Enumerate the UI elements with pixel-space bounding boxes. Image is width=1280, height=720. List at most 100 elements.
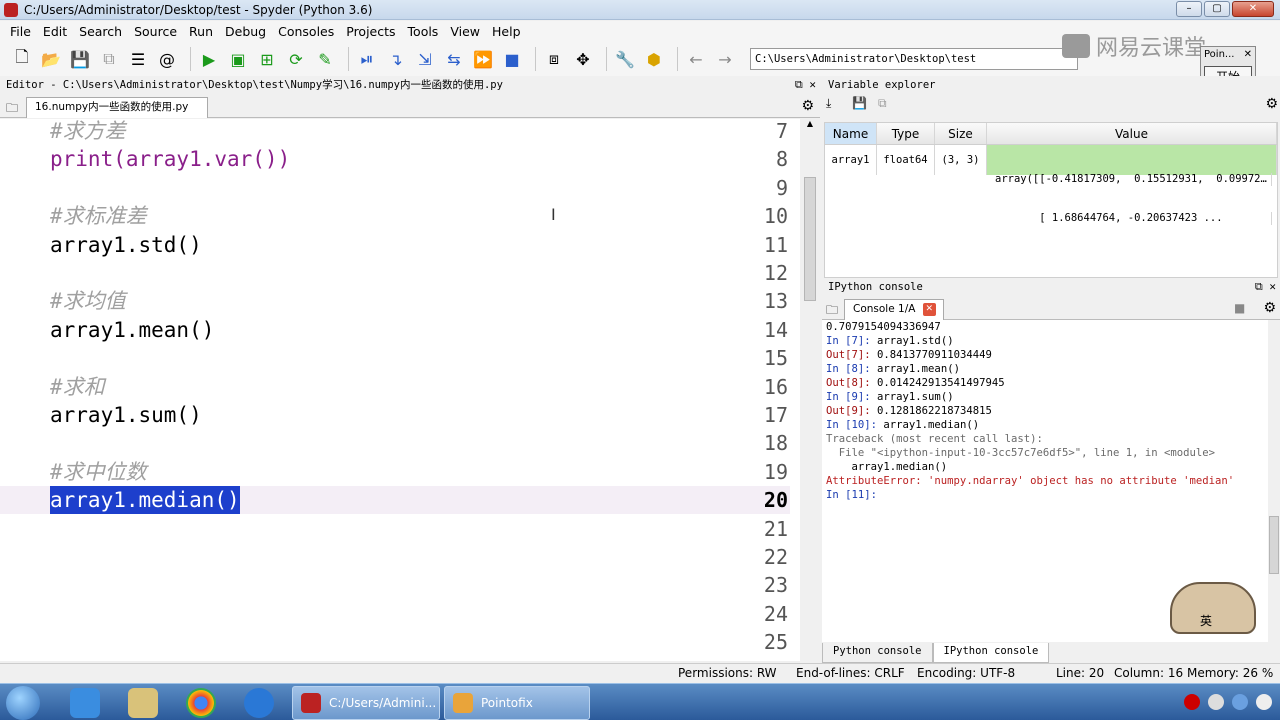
close-tab-icon[interactable]: ✕ xyxy=(922,302,936,316)
code-line[interactable]: 9 xyxy=(0,174,790,202)
code-line[interactable]: 14 array1.mean() xyxy=(0,316,790,344)
code-line[interactable]: 23 xyxy=(0,571,790,599)
code-line[interactable]: 24 xyxy=(0,600,790,628)
save-data-icon[interactable]: 💾 xyxy=(852,96,867,110)
maximize-pane-icon[interactable]: ⧈ xyxy=(542,47,566,71)
python-path-icon[interactable]: ⬢ xyxy=(642,47,666,71)
paint-icon[interactable] xyxy=(128,688,158,718)
code-line[interactable]: 19 #求中位数 xyxy=(0,458,790,486)
run-cell-advance-icon[interactable]: ⊞ xyxy=(255,47,279,71)
flag-icon[interactable] xyxy=(1208,694,1224,710)
record-icon[interactable] xyxy=(1184,694,1200,710)
menu-run[interactable]: Run xyxy=(183,24,219,39)
working-directory-input[interactable]: C:\Users\Administrator\Desktop\test xyxy=(750,48,1078,70)
undock-icon[interactable]: ⧉ xyxy=(795,78,803,91)
code-line[interactable]: 22 xyxy=(0,543,790,571)
start-button[interactable] xyxy=(6,686,40,720)
code-line[interactable]: 8 print(array1.var()) xyxy=(0,145,790,173)
gear-icon[interactable]: ⚙ xyxy=(1265,96,1278,112)
tab-ipython-console[interactable]: IPython console xyxy=(932,643,1050,663)
menu-edit[interactable]: Edit xyxy=(37,24,73,39)
run-cell-icon[interactable]: ▣ xyxy=(226,47,250,71)
code-line[interactable]: 20 array1.median() xyxy=(0,486,790,515)
scrollbar-thumb[interactable] xyxy=(804,177,816,301)
browse-tabs-icon[interactable]: ☰ xyxy=(126,47,150,71)
console-line: File "<ipython-input-10-3cc57c7e6df5>", … xyxy=(826,447,1216,459)
step-return-icon[interactable]: ⇆ xyxy=(442,47,466,71)
header-size[interactable]: Size xyxy=(935,123,987,144)
menu-help[interactable]: Help xyxy=(486,24,527,39)
code-line[interactable]: 16 #求和 xyxy=(0,373,790,401)
maximize-button[interactable]: ▢ xyxy=(1204,1,1230,17)
shield-icon[interactable] xyxy=(1232,694,1248,710)
save-as-icon[interactable]: ⧉ xyxy=(878,96,887,111)
browse-tabs-icon[interactable]: 🗀 xyxy=(826,301,838,322)
rerun-icon[interactable]: ⟳ xyxy=(284,47,308,71)
taskbar-pointofix[interactable]: Pointofix xyxy=(444,686,590,720)
code-line[interactable]: 15 xyxy=(0,344,790,372)
table-row[interactable]: array1 float64 (3, 3) array([[-0.4181730… xyxy=(825,145,1277,225)
code-line[interactable]: 10 #求标准差 xyxy=(0,202,790,230)
step-icon[interactable]: ↴ xyxy=(384,47,408,71)
tab-python-console[interactable]: Python console xyxy=(822,643,933,663)
menu-tools[interactable]: Tools xyxy=(402,24,445,39)
menu-view[interactable]: View xyxy=(444,24,486,39)
browser-icon[interactable] xyxy=(244,688,274,718)
taskbar-spyder[interactable]: C:/Users/Admini... xyxy=(292,686,440,720)
console-scrollbar[interactable] xyxy=(1268,320,1280,642)
step-into-icon[interactable]: ⇲ xyxy=(413,47,437,71)
pane-controls: ⧉ ✕ xyxy=(1255,278,1276,296)
editor-file-tab[interactable]: 16.numpy内一些函数的使用.py ✕ xyxy=(26,97,208,133)
volume-icon[interactable] xyxy=(1256,694,1272,710)
menu-debug[interactable]: Debug xyxy=(219,24,272,39)
code-line[interactable]: 21 xyxy=(0,515,790,543)
close-pane-icon[interactable]: ✕ xyxy=(809,78,816,91)
debug-icon[interactable]: ⏯ xyxy=(355,47,379,71)
gear-icon[interactable]: ⚙ xyxy=(801,98,814,114)
browse-tabs-icon[interactable]: 🗀 xyxy=(6,99,18,120)
forward-arrow-icon[interactable]: → xyxy=(713,47,737,71)
menu-source[interactable]: Source xyxy=(128,24,183,39)
close-pane-icon[interactable]: ✕ xyxy=(1269,280,1276,293)
code-line[interactable]: 13 #求均值 xyxy=(0,287,790,315)
stop-icon[interactable]: ■ xyxy=(1234,301,1245,315)
code-line[interactable]: 18 xyxy=(0,429,790,457)
run-selection-icon[interactable]: ✎ xyxy=(313,47,337,71)
menu-projects[interactable]: Projects xyxy=(340,24,401,39)
code-line[interactable]: 12 xyxy=(0,259,790,287)
at-icon[interactable]: @ xyxy=(155,47,179,71)
continue-icon[interactable]: ⏩ xyxy=(471,47,495,71)
baidu-netdisk-icon[interactable] xyxy=(70,688,100,718)
run-icon[interactable]: ▶ xyxy=(197,47,221,71)
close-button[interactable]: ✕ xyxy=(1232,1,1274,17)
gear-icon[interactable]: ⚙ xyxy=(1263,300,1276,316)
open-folder-icon[interactable]: 📂 xyxy=(39,47,63,71)
header-type[interactable]: Type xyxy=(877,123,935,144)
menu-file[interactable]: File xyxy=(4,24,37,39)
menu-consoles[interactable]: Consoles xyxy=(272,24,340,39)
editor-scrollbar[interactable]: ▲ xyxy=(802,119,818,661)
code-line[interactable]: 7 #求方差 xyxy=(0,119,790,145)
minimize-button[interactable]: – xyxy=(1176,1,1202,17)
scroll-up-icon[interactable]: ▲ xyxy=(802,119,818,128)
chrome-icon[interactable] xyxy=(186,688,216,718)
menu-search[interactable]: Search xyxy=(73,24,128,39)
fullscreen-icon[interactable]: ✥ xyxy=(571,47,595,71)
undock-icon[interactable]: ⧉ xyxy=(1255,280,1263,293)
back-arrow-icon[interactable]: ← xyxy=(684,47,708,71)
close-icon[interactable]: ✕ xyxy=(1244,49,1252,60)
new-file-icon[interactable]: 🗋 xyxy=(10,47,34,71)
header-value[interactable]: Value xyxy=(987,123,1277,144)
scrollbar-thumb[interactable] xyxy=(1269,516,1279,574)
code-line[interactable]: 11 array1.std() xyxy=(0,231,790,259)
code-editor[interactable]: 7 #求方差 8 print(array1.var()) 9 10 #求标准差 11 array… xyxy=(0,119,800,661)
save-icon[interactable]: 💾 xyxy=(68,47,92,71)
import-data-icon[interactable]: ⤓ xyxy=(826,96,831,111)
console-tab[interactable]: Console 1/A ✕ xyxy=(844,299,944,320)
stop-debug-icon[interactable]: ■ xyxy=(500,47,524,71)
preferences-icon[interactable]: 🔧 xyxy=(613,47,637,71)
code-line[interactable]: 17 array1.sum() xyxy=(0,401,790,429)
save-all-icon[interactable]: ⧉ xyxy=(97,47,121,71)
header-name[interactable]: Name xyxy=(825,123,877,144)
code-line[interactable]: 25 xyxy=(0,628,790,656)
